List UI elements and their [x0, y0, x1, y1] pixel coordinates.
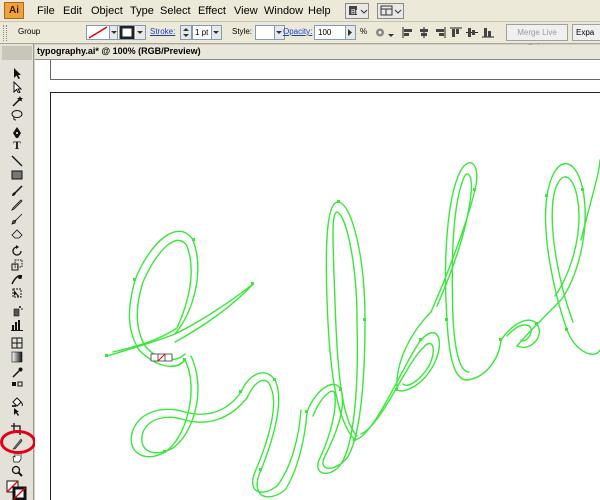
chevron-right-icon: [348, 29, 352, 36]
menu-bar: Ai File Edit Object Type Select Effect V…: [0, 0, 600, 22]
align-top-icon: [450, 27, 462, 37]
opacity-value: 100: [318, 28, 332, 37]
align-top-button[interactable]: [450, 27, 462, 38]
pen-tool-icon[interactable]: [9, 126, 25, 139]
live-paint-selection-tool-icon[interactable]: [9, 408, 25, 416]
align-middle-button[interactable]: [466, 27, 478, 38]
menu-view[interactable]: View: [234, 4, 258, 18]
chevron-down-icon: [137, 31, 143, 34]
align-bottom-icon: [482, 28, 494, 38]
align-center-icon: [420, 27, 428, 38]
stroke-weight-field[interactable]: 1 pt: [192, 25, 212, 40]
free-transform-tool-icon[interactable]: [9, 286, 25, 299]
rotate-tool-icon[interactable]: [9, 244, 25, 257]
eyedropper-tool-icon[interactable]: [9, 366, 25, 379]
pencil-tool-icon[interactable]: [9, 198, 25, 211]
arrange-documents-button[interactable]: [377, 3, 404, 19]
document-tab[interactable]: typography.ai* @ 100% (RGB/Preview): [35, 45, 600, 60]
selection-tool-icon[interactable]: [9, 66, 25, 79]
align-left-icon: [402, 27, 412, 38]
opacity-field[interactable]: 100: [314, 25, 346, 40]
arrange-documents-icon: [380, 5, 402, 16]
menu-select[interactable]: Select: [160, 4, 191, 18]
selection-type-label: Group: [18, 27, 41, 36]
menu-effect[interactable]: Effect: [198, 4, 226, 18]
stroke-link[interactable]: Stroke:: [150, 27, 175, 36]
stroke-square-icon: [119, 25, 135, 40]
stroke-swatch[interactable]: [117, 25, 137, 40]
align-bottom-button[interactable]: [482, 27, 494, 38]
scale-tool-icon[interactable]: [9, 258, 25, 271]
expand-button[interactable]: Expa: [572, 24, 600, 41]
stroke-weight-dropdown[interactable]: [212, 25, 222, 40]
column-graph-tool-icon[interactable]: [9, 318, 25, 331]
recolor-icon: [376, 28, 384, 37]
align-center-button[interactable]: [418, 27, 430, 38]
document-canvas[interactable]: [35, 60, 600, 500]
align-right-button[interactable]: [434, 27, 446, 38]
lettering-artwork[interactable]: [35, 60, 600, 500]
menu-object[interactable]: Object: [91, 4, 123, 18]
opacity-percent: %: [360, 27, 368, 36]
line-segment-tool-icon[interactable]: [9, 154, 25, 167]
align-middle-icon: [466, 28, 478, 37]
type-tool-icon[interactable]: T: [9, 140, 25, 153]
none-swatch-icon: [88, 26, 108, 39]
menu-help[interactable]: Help: [308, 4, 331, 18]
menu-type[interactable]: Type: [130, 4, 154, 18]
blob-brush-tool-icon[interactable]: [9, 212, 25, 225]
eraser-tool-icon[interactable]: [9, 226, 25, 239]
menu-file[interactable]: File: [37, 4, 55, 18]
stroke-weight-value: 1 pt: [195, 28, 209, 37]
mesh-tool-icon[interactable]: [9, 336, 25, 349]
zoom-tool-icon[interactable]: [9, 464, 25, 477]
chevron-down-icon: [388, 34, 394, 37]
direct-selection-tool-icon[interactable]: [9, 80, 25, 93]
gradient-tool-icon[interactable]: [9, 350, 25, 363]
lasso-tool-icon[interactable]: [9, 108, 25, 121]
opacity-dropdown[interactable]: [346, 25, 356, 40]
fill-stroke-swatches[interactable]: [6, 480, 28, 500]
control-bar-grip[interactable]: [3, 25, 7, 41]
rectangle-tool-icon[interactable]: [9, 168, 25, 181]
style-swatch[interactable]: [255, 25, 275, 40]
blend-tool-icon[interactable]: [9, 380, 25, 388]
control-bar: Group Stroke: 1 pt Style: Opacity: 100 %: [0, 22, 600, 52]
align-left-button[interactable]: [402, 27, 414, 38]
live-paint-bucket-tool-icon[interactable]: [9, 395, 25, 408]
warp-tool-icon[interactable]: [9, 272, 25, 285]
highlight-circle: [0, 430, 36, 454]
fill-swatch[interactable]: [86, 25, 110, 40]
selection-marker: [150, 353, 173, 362]
recolor-dropdown[interactable]: [388, 31, 394, 42]
stroke-weight-spinner[interactable]: [180, 25, 192, 40]
opacity-link[interactable]: Opacity:: [283, 27, 312, 36]
stroke-dropdown[interactable]: [136, 25, 146, 40]
document-tab-title: typography.ai* @ 100% (RGB/Preview): [37, 46, 201, 56]
app-logo: Ai: [4, 2, 24, 19]
align-right-icon: [436, 27, 446, 38]
lettering-paths: [106, 159, 600, 498]
bridge-button[interactable]: Br: [345, 3, 369, 19]
anchor-points: [105, 188, 584, 471]
style-label: Style:: [232, 27, 253, 36]
chevron-down-icon: [213, 31, 219, 34]
magic-wand-tool-icon[interactable]: [9, 94, 25, 107]
spinner-arrows-icon: [183, 28, 189, 37]
chevron-down-icon: [276, 31, 282, 34]
tools-panel-header[interactable]: [2, 46, 32, 60]
svg-text:Br: Br: [351, 9, 359, 16]
tools-panel: T: [0, 44, 36, 500]
menu-edit[interactable]: Edit: [63, 4, 82, 18]
bridge-icon: Br: [349, 6, 368, 16]
symbol-sprayer-tool-icon[interactable]: [9, 304, 25, 317]
menu-window[interactable]: Window: [264, 4, 303, 18]
recolor-artwork-button[interactable]: [374, 27, 386, 38]
merge-live-paint-button[interactable]: Merge Live Paint: [506, 24, 568, 52]
paintbrush-tool-icon[interactable]: [9, 184, 25, 197]
